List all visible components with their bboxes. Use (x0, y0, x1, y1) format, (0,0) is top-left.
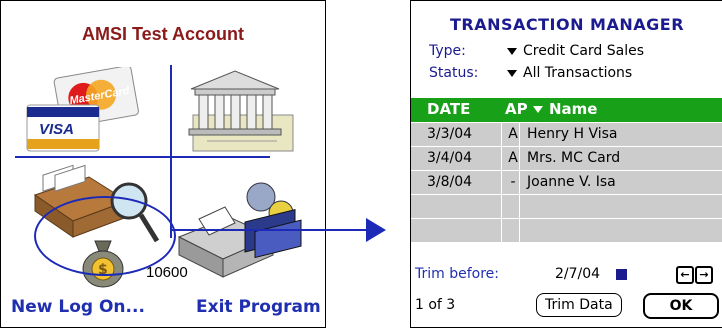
next-page-button[interactable]: → (695, 266, 713, 284)
login-screen: AMSI Test Account MasterCard VISA $ 1060… (0, 0, 326, 328)
page-indicator: 1 of 3 (415, 297, 456, 313)
transaction-manager-screen: TRANSACTION MANAGER Type: Credit Card Sa… (410, 0, 722, 328)
table-row[interactable]: 3/4/04 A Mrs. MC Card (411, 147, 722, 171)
row-date: 3/3/04 (427, 126, 473, 142)
divider-horizontal (15, 156, 270, 158)
column-name: Name (549, 100, 598, 118)
row-date: 3/8/04 (427, 174, 473, 190)
type-label: Type: (429, 43, 466, 59)
screen-title: TRANSACTION MANAGER (449, 15, 685, 34)
arrow-connector (170, 229, 366, 231)
new-logon-button[interactable]: New Log On... (11, 297, 145, 317)
printer-exit-icon[interactable] (169, 177, 309, 287)
type-value: Credit Card Sales (523, 43, 645, 59)
chevron-down-icon (507, 47, 517, 55)
prev-page-button[interactable]: ← (676, 266, 694, 284)
exit-program-button[interactable]: Exit Program (196, 297, 321, 317)
visa-text: VISA (39, 121, 74, 138)
table-row[interactable] (411, 219, 722, 243)
table-row[interactable] (411, 195, 722, 219)
trim-data-button[interactable]: Trim Data (536, 293, 622, 317)
trim-date-value[interactable]: 2/7/04 (555, 266, 600, 282)
status-select[interactable]: All Transactions (507, 65, 632, 81)
ok-button[interactable]: OK (643, 293, 719, 319)
column-date[interactable]: DATE (427, 100, 470, 118)
row-ap: A (508, 150, 518, 166)
calendar-icon[interactable] (616, 269, 627, 280)
account-title: AMSI Test Account (81, 24, 244, 44)
type-select[interactable]: Credit Card Sales (507, 43, 644, 59)
row-name: Henry H Visa (527, 126, 618, 142)
row-date: 3/4/04 (427, 150, 473, 166)
status-label: Status: (429, 65, 479, 81)
row-name: Joanne V. Isa (527, 174, 616, 190)
chevron-down-icon (507, 69, 517, 77)
sort-chevron-icon (533, 106, 543, 113)
bank-check-icon[interactable] (177, 65, 297, 157)
status-value: All Transactions (523, 65, 633, 81)
row-ap: A (508, 126, 518, 142)
trim-before-label: Trim before: (415, 266, 499, 282)
table-row[interactable]: 3/3/04 A Henry H Visa (411, 123, 722, 147)
account-code: 10600 (146, 264, 188, 281)
credit-cards-icon[interactable]: MasterCard VISA (19, 67, 139, 159)
table-row[interactable]: 3/8/04 - Joanne V. Isa (411, 171, 722, 195)
arrow-head-icon (366, 218, 386, 242)
row-name: Mrs. MC Card (527, 150, 621, 166)
column-name-sort[interactable]: Name (533, 100, 597, 118)
row-ap: - (510, 174, 516, 190)
table-header: DATE AP Name (411, 98, 722, 122)
column-ap[interactable]: AP (505, 100, 528, 118)
